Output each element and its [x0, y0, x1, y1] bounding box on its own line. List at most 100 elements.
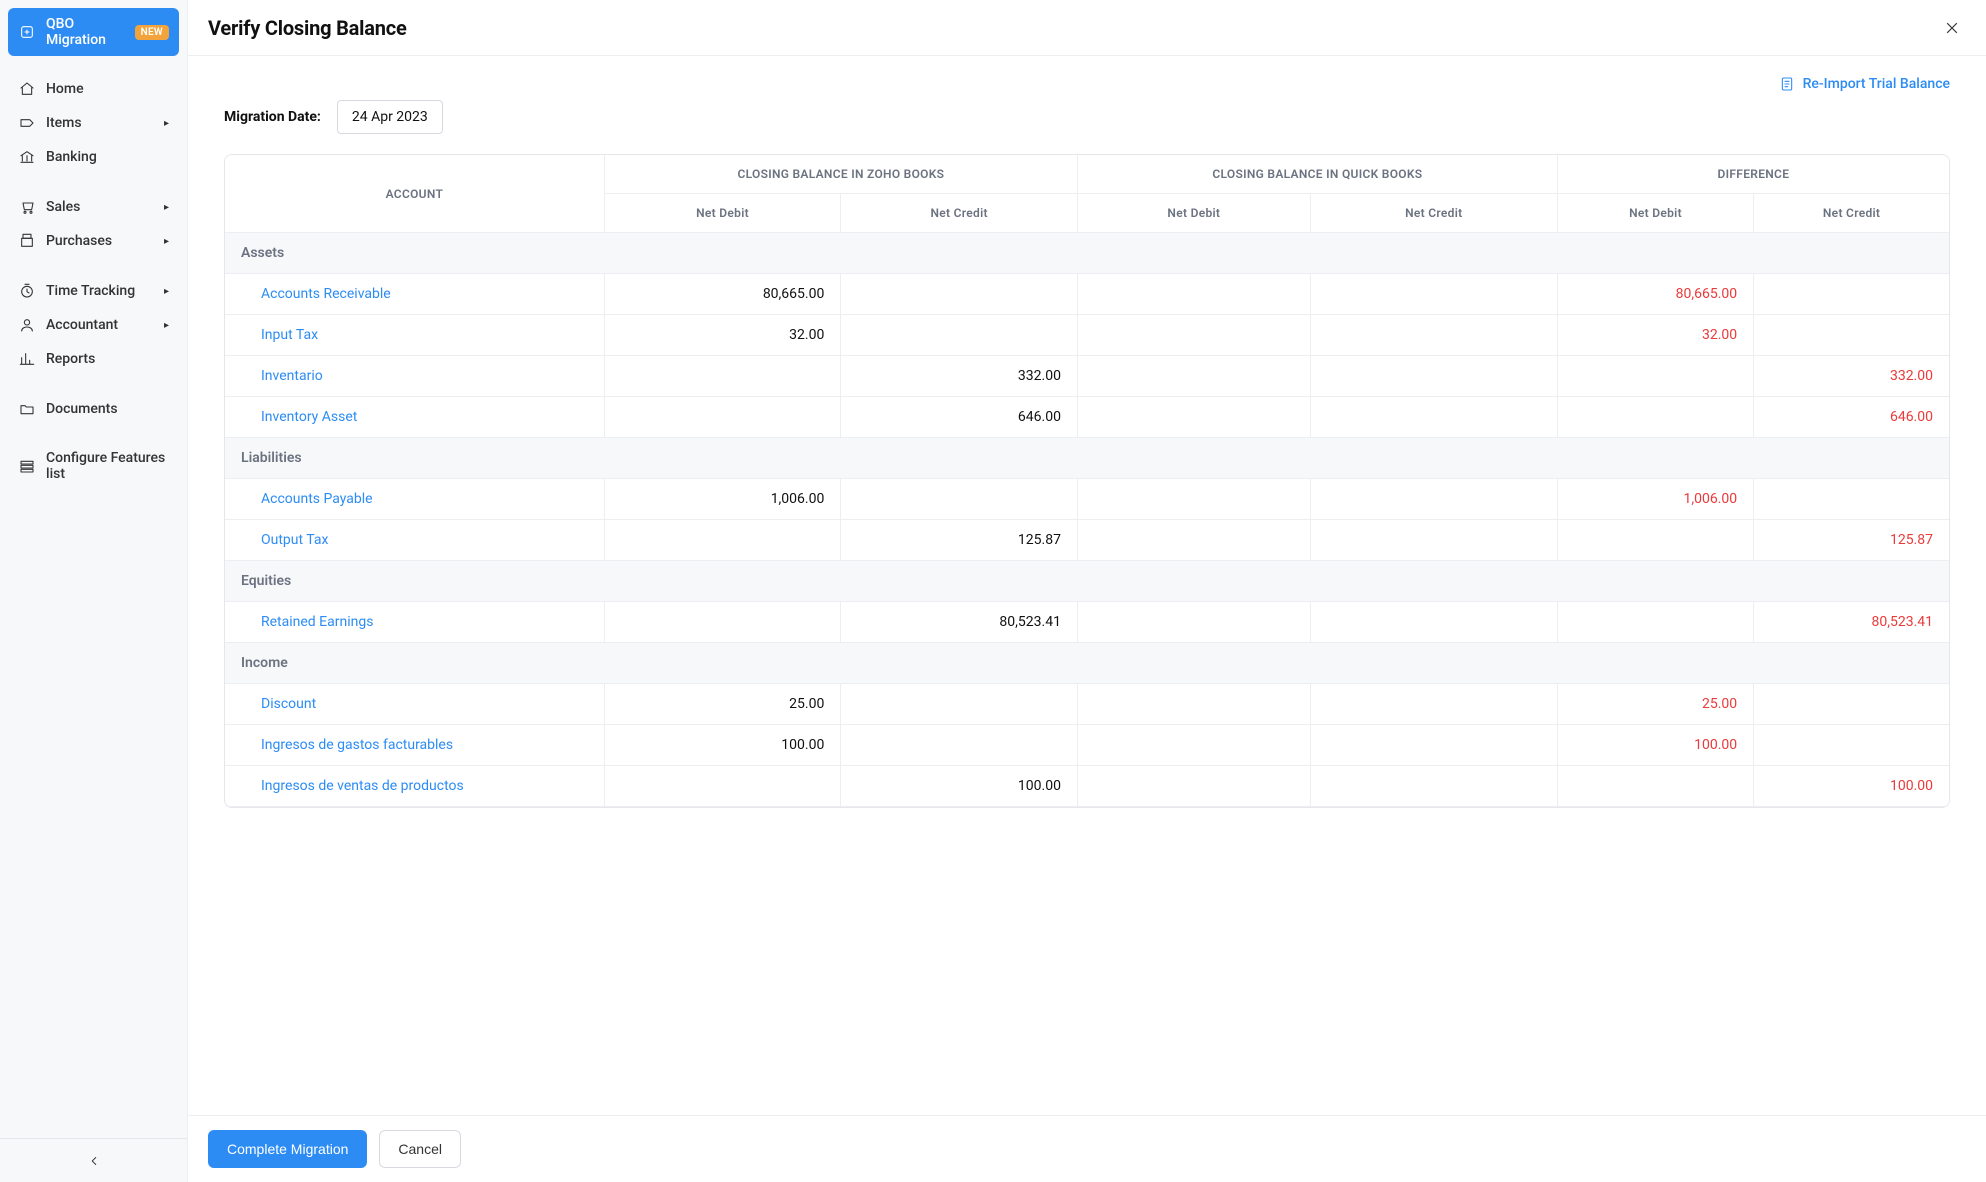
account-link[interactable]: Ingresos de ventas de productos: [261, 778, 464, 794]
table-row: Retained Earnings 80,523.41 80,523.41: [225, 602, 1949, 643]
qbo-credit: [1310, 725, 1557, 766]
collapse-sidebar-button[interactable]: [0, 1138, 187, 1182]
diff-credit: 332.00: [1754, 356, 1949, 397]
qbo-debit: [1077, 397, 1310, 438]
sidebar-icon: [18, 350, 36, 368]
zoho-credit: 332.00: [841, 356, 1078, 397]
reimport-trial-balance-button[interactable]: Re-Import Trial Balance: [1779, 76, 1950, 92]
chevron-right-icon: ▸: [164, 202, 169, 213]
zoho-credit: [841, 315, 1078, 356]
th-qbo: CLOSING BALANCE IN QUICK BOOKS: [1077, 155, 1557, 194]
account-link[interactable]: Accounts Receivable: [261, 286, 391, 302]
table-row: Inventory Asset646.00646.00: [225, 397, 1949, 438]
chevron-left-icon: [87, 1154, 101, 1168]
qbo-credit: [1310, 766, 1557, 807]
sidebar-item-items[interactable]: Items▸: [8, 106, 179, 140]
diff-credit: [1754, 479, 1949, 520]
migration-date-selector[interactable]: 24 Apr 2023: [337, 100, 443, 134]
sidebar-item-documents[interactable]: Documents: [8, 392, 179, 426]
close-button[interactable]: [1938, 14, 1966, 42]
balance-table: ACCOUNT CLOSING BALANCE IN ZOHO BOOKS CL…: [224, 154, 1950, 808]
chevron-right-icon: ▸: [164, 320, 169, 331]
sidebar-item-label: Time Tracking: [46, 283, 135, 299]
content-area: Re-Import Trial Balance Migration Date: …: [188, 56, 1986, 1115]
diff-credit: [1754, 684, 1949, 725]
sidebar-icon: [18, 400, 36, 418]
section-liabilities: Liabilities: [225, 438, 1949, 479]
th-zoho: CLOSING BALANCE IN ZOHO BOOKS: [604, 155, 1077, 194]
sidebar-icon: [18, 457, 36, 475]
qbo-debit: [1077, 356, 1310, 397]
diff-debit: 1,006.00: [1557, 479, 1753, 520]
qbo-debit: [1077, 766, 1310, 807]
footer: Complete Migration Cancel: [188, 1115, 1986, 1182]
zoho-credit: [841, 684, 1078, 725]
diff-debit: [1557, 766, 1753, 807]
sidebar-top: QBO MigrationNEW Home Items▸ Banking Sales▸P…: [0, 0, 187, 498]
sidebar-item-banking[interactable]: Banking: [8, 140, 179, 174]
zoho-credit: 646.00: [841, 397, 1078, 438]
table-row: Accounts Receivable80,665.0080,665.00: [225, 274, 1949, 315]
sidebar-item-reports[interactable]: Reports: [8, 342, 179, 376]
complete-migration-button[interactable]: Complete Migration: [208, 1130, 367, 1168]
th-account: ACCOUNT: [225, 155, 604, 233]
account-link[interactable]: Output Tax: [261, 532, 328, 548]
diff-debit: 100.00: [1557, 725, 1753, 766]
qbo-credit: [1310, 479, 1557, 520]
migration-date-label: Migration Date:: [224, 109, 321, 125]
zoho-credit: 80,523.41: [841, 602, 1078, 643]
th-diff-credit: Net Credit: [1754, 194, 1949, 233]
account-link[interactable]: Inventory Asset: [261, 409, 357, 425]
sidebar-item-qbo-migration[interactable]: QBO MigrationNEW: [8, 8, 179, 56]
account-link[interactable]: Inventario: [261, 368, 323, 384]
section-income: Income: [225, 643, 1949, 684]
top-actions: Re-Import Trial Balance: [224, 76, 1950, 92]
page-header: Verify Closing Balance: [188, 0, 1986, 56]
home-icon: [19, 81, 35, 97]
qbo-credit: [1310, 274, 1557, 315]
sidebar: QBO MigrationNEW Home Items▸ Banking Sales▸P…: [0, 0, 188, 1182]
account-link[interactable]: Accounts Payable: [261, 491, 373, 507]
table-row: Ingresos de ventas de productos100.00100…: [225, 766, 1949, 807]
sidebar-item-label: Banking: [46, 149, 97, 165]
account-link[interactable]: Input Tax: [261, 327, 318, 343]
migration-date-row: Migration Date: 24 Apr 2023: [224, 100, 1950, 134]
qbo-credit: [1310, 520, 1557, 561]
configure-icon: [19, 458, 35, 474]
sidebar-item-label: Configure Features list: [46, 450, 169, 482]
sidebar-item-purchases[interactable]: Purchases▸: [8, 224, 179, 258]
sidebar-icon: [18, 23, 36, 41]
diff-debit: [1557, 520, 1753, 561]
close-icon: [1943, 19, 1961, 37]
diff-debit: [1557, 356, 1753, 397]
account-link[interactable]: Ingresos de gastos facturables: [261, 737, 453, 753]
sidebar-item-sales[interactable]: Sales▸: [8, 190, 179, 224]
section-equities: Equities: [225, 561, 1949, 602]
sidebar-item-home[interactable]: Home: [8, 72, 179, 106]
account-link[interactable]: Retained Earnings: [261, 614, 373, 630]
cancel-button[interactable]: Cancel: [379, 1130, 461, 1168]
th-diff-debit: Net Debit: [1557, 194, 1753, 233]
zoho-debit: 32.00: [604, 315, 841, 356]
qbo-debit: [1077, 602, 1310, 643]
zoho-debit: [604, 766, 841, 807]
qbo-debit: [1077, 684, 1310, 725]
qbo-debit: [1077, 725, 1310, 766]
sidebar-item-label: Home: [46, 81, 84, 97]
section-assets: Assets: [225, 233, 1949, 274]
diff-credit: 80,523.41: [1754, 602, 1949, 643]
sidebar-icon: [18, 316, 36, 334]
sidebar-item-time-tracking[interactable]: Time Tracking▸: [8, 274, 179, 308]
table-row: Discount25.0025.00: [225, 684, 1949, 725]
documents-icon: [19, 401, 35, 417]
sidebar-item-configure-features-list[interactable]: Configure Features list: [8, 442, 179, 490]
sidebar-item-label: QBO Migration: [46, 16, 129, 48]
sidebar-icon: [18, 198, 36, 216]
zoho-debit: [604, 520, 841, 561]
diff-credit: 100.00: [1754, 766, 1949, 807]
th-qbo-credit: Net Credit: [1310, 194, 1557, 233]
diff-debit: 32.00: [1557, 315, 1753, 356]
account-link[interactable]: Discount: [261, 696, 316, 712]
qbo-credit: [1310, 315, 1557, 356]
sidebar-item-accountant[interactable]: Accountant▸: [8, 308, 179, 342]
